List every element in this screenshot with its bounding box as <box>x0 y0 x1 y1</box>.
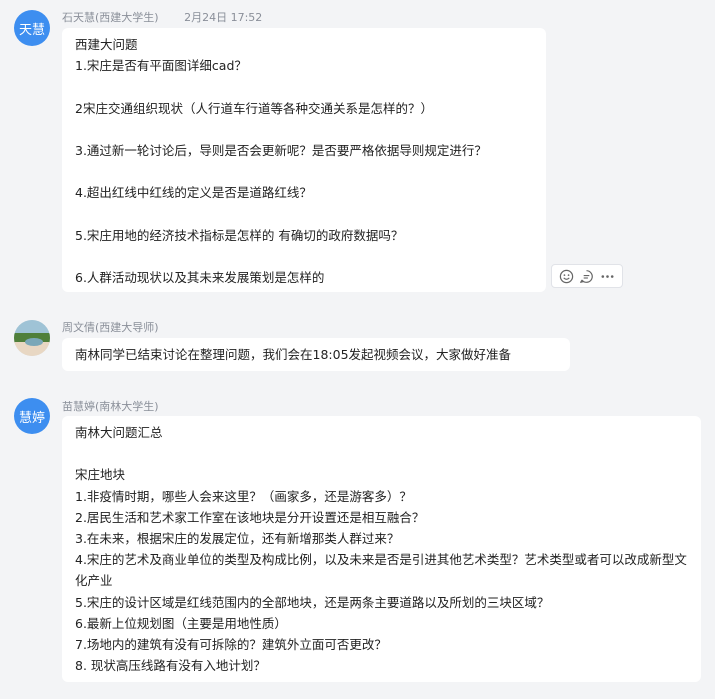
message-line: 2.居民生活和艺术家工作室在该地块是分开设置还是相互融合？ <box>75 509 425 525</box>
avatar[interactable] <box>14 320 50 356</box>
message-line <box>75 119 534 140</box>
message-header: 石天慧(西建大学生) 2月24日 17:52 <box>62 9 262 25</box>
message-line: 6.最新上位规划图（主要是用地性质） <box>75 615 287 631</box>
message-line: 3.在未来，根据宋庄的发展定位，还有新增那类人群过来？ <box>75 530 400 546</box>
message-line: 5.宋庄用地的经济技术指标是怎样的 有确切的政府数据吗？ <box>75 227 404 243</box>
message-action-bar <box>551 264 623 288</box>
ellipsis-icon <box>601 274 614 278</box>
message-line: 宋庄地块 <box>75 467 126 483</box>
message-line: 1.非疫情时期，哪些人会来这里？（画家多，还是游客多）？ <box>75 488 412 504</box>
more-button[interactable] <box>599 267 617 285</box>
avatar-initials: 慧婷 <box>18 410 45 426</box>
message-line: 西建大问题 <box>75 37 138 52</box>
message-line <box>75 161 534 182</box>
message-bubble: 西建大问题 1.宋庄是否有平面图详细cad？ 2宋庄交通组织现状（人行道车行道等… <box>62 28 546 292</box>
sender-name[interactable]: 苗慧婷(南林大学生) <box>62 400 159 413</box>
message-line: 5.宋庄的设计区域是红线范围内的全部地块，还是两条主要道路以及所划的三块区域？ <box>75 594 550 610</box>
message-line: 南林大问题汇总 <box>75 425 163 440</box>
smiley-icon <box>559 269 574 283</box>
message-line <box>75 204 534 225</box>
timestamp: 2月24日 17:52 <box>184 11 263 24</box>
message-line: 南林同学已结束讨论在整理问题，我们会在18:05发起视频会议，大家做好准备 <box>75 347 512 362</box>
message-line: 2宋庄交通组织现状（人行道车行道等各种交通关系是怎样的？） <box>75 100 433 116</box>
message-line: 7.场地内的建筑有没有可拆除的？建筑外立面可否更改？ <box>75 636 387 652</box>
message-bubble: 南林同学已结束讨论在整理问题，我们会在18:05发起视频会议，大家做好准备 <box>62 338 570 371</box>
message-bubble: 南林大问题汇总 宋庄地块 1.非疫情时期，哪些人会来这里？（画家多，还是游客多）… <box>62 416 701 682</box>
sender-name[interactable]: 周文倩(西建大导师) <box>62 321 159 334</box>
avatar[interactable]: 慧婷 <box>14 398 50 434</box>
sender-name[interactable]: 石天慧(西建大学生) <box>62 11 159 24</box>
message-header: 苗慧婷(南林大学生) <box>62 398 159 414</box>
message-line <box>75 246 534 267</box>
message-line: 3.通过新一轮讨论后，导则是否会更新呢？是否要严格依据导则规定进行？ <box>75 142 487 158</box>
reply-button[interactable] <box>578 267 596 285</box>
avatar[interactable]: 天慧 <box>14 10 50 46</box>
message-line: 4.超出红线中红线的定义是否是道路红线？ <box>75 185 312 201</box>
message-line: 6.人群活动现状以及其未来发展策划是怎样的 <box>75 270 325 286</box>
avatar-photo <box>14 320 50 356</box>
comment-icon <box>580 269 594 283</box>
message-line: 4.宋庄的艺术及商业单位的类型及构成比例，以及未来是否是引进其他艺术类型？艺术类… <box>75 552 687 589</box>
message-line <box>75 443 689 464</box>
avatar-initials: 天慧 <box>18 22 45 38</box>
message-line <box>75 76 534 97</box>
message-header: 周文倩(西建大导师) <box>62 319 159 335</box>
message-line: 8. 现状高压线路有没有入地计划？ <box>75 658 266 674</box>
message-line: 1.宋庄是否有平面图详细cad？ <box>75 58 247 74</box>
emoji-react-button[interactable] <box>557 267 575 285</box>
